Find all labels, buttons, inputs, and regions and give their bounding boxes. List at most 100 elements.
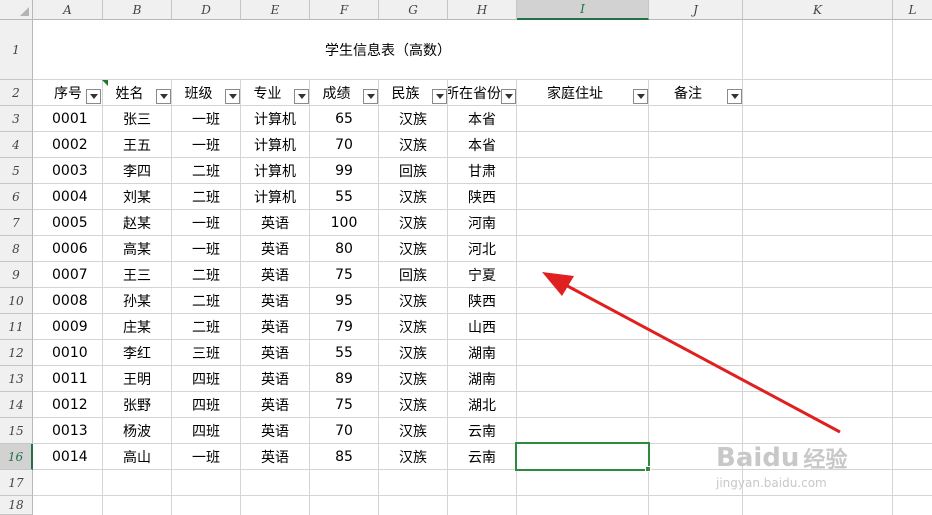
cell-index[interactable]: 0006 [33,236,102,262]
cell-index[interactable]: 0010 [33,340,102,366]
cell-major[interactable]: 计算机 [241,184,309,210]
cell-score[interactable]: 65 [310,106,378,132]
header-cell-notes[interactable]: 备注 [649,80,727,106]
cell-ethnicity[interactable]: 汉族 [379,236,447,262]
cell-province[interactable]: 湖南 [448,340,516,366]
cell-name[interactable]: 杨波 [103,418,171,444]
cell-score[interactable]: 70 [310,418,378,444]
cell-score[interactable]: 99 [310,158,378,184]
cell-index[interactable]: 0011 [33,366,102,392]
cell-class[interactable]: 一班 [172,132,240,158]
cell-index[interactable]: 0009 [33,314,102,340]
cell-index[interactable]: 0013 [33,418,102,444]
cell-name[interactable]: 王五 [103,132,171,158]
cell-province[interactable]: 云南 [448,444,516,470]
column-header-d[interactable]: D [172,0,241,20]
cell-province[interactable]: 河北 [448,236,516,262]
filter-dropdown-name[interactable] [156,89,171,104]
cell-major[interactable]: 英语 [241,236,309,262]
cell-name[interactable]: 李红 [103,340,171,366]
cell-index[interactable]: 0007 [33,262,102,288]
cell-class[interactable]: 二班 [172,158,240,184]
header-cell-major[interactable]: 专业 [241,80,294,106]
cell-score[interactable]: 95 [310,288,378,314]
row-header-5[interactable]: 5 [0,158,33,184]
header-cell-ethnicity[interactable]: 民族 [379,80,432,106]
row-header-3[interactable]: 3 [0,106,33,132]
cell-class[interactable]: 一班 [172,210,240,236]
cell-major[interactable]: 计算机 [241,106,309,132]
cell-province[interactable]: 云南 [448,418,516,444]
cell-name[interactable]: 王三 [103,262,171,288]
row-header-2[interactable]: 2 [0,80,33,106]
cell-province[interactable]: 本省 [448,106,516,132]
cell-class[interactable]: 一班 [172,236,240,262]
column-header-l[interactable]: L [893,0,932,20]
cell-ethnicity[interactable]: 汉族 [379,288,447,314]
cell-score[interactable]: 79 [310,314,378,340]
cell-ethnicity[interactable]: 汉族 [379,132,447,158]
cell-major[interactable]: 计算机 [241,132,309,158]
filter-dropdown-notes[interactable] [727,89,742,104]
cell-score[interactable]: 80 [310,236,378,262]
header-cell-address[interactable]: 家庭住址 [517,80,633,106]
cell-name[interactable]: 李四 [103,158,171,184]
cell-index[interactable]: 0004 [33,184,102,210]
cell-index[interactable]: 0014 [33,444,102,470]
cell-major[interactable]: 英语 [241,366,309,392]
row-header-11[interactable]: 11 [0,314,33,340]
cell-class[interactable]: 一班 [172,106,240,132]
sheet-title[interactable]: 学生信息表（高数） [33,20,743,79]
column-header-a[interactable]: A [33,0,103,20]
row-header-16[interactable]: 16 [0,444,33,470]
cell-ethnicity[interactable]: 汉族 [379,418,447,444]
cell-name[interactable]: 庄某 [103,314,171,340]
row-header-13[interactable]: 13 [0,366,33,392]
cell-ethnicity[interactable]: 汉族 [379,106,447,132]
header-cell-province[interactable]: 所在省份 [448,80,501,106]
select-all-corner[interactable] [0,0,33,20]
cell-major[interactable]: 英语 [241,444,309,470]
cell-class[interactable]: 二班 [172,262,240,288]
cell-name[interactable]: 张三 [103,106,171,132]
cell-score[interactable]: 85 [310,444,378,470]
cell-score[interactable]: 55 [310,340,378,366]
column-header-j[interactable]: J [649,0,743,20]
cell-major[interactable]: 英语 [241,262,309,288]
cell-score[interactable]: 100 [310,210,378,236]
cell-name[interactable]: 高某 [103,236,171,262]
column-header-b[interactable]: B [103,0,172,20]
cell-ethnicity[interactable]: 汉族 [379,184,447,210]
row-header-10[interactable]: 10 [0,288,33,314]
cell-ethnicity[interactable]: 汉族 [379,210,447,236]
cell-province[interactable]: 本省 [448,132,516,158]
cell-province[interactable]: 湖南 [448,366,516,392]
row-header-18[interactable]: 18 [0,496,33,515]
cell-major[interactable]: 英语 [241,392,309,418]
active-cell-selection[interactable] [515,442,650,471]
column-header-k[interactable]: K [743,0,893,20]
row-header-14[interactable]: 14 [0,392,33,418]
cell-ethnicity[interactable]: 汉族 [379,314,447,340]
cell-province[interactable]: 宁夏 [448,262,516,288]
row-header-15[interactable]: 15 [0,418,33,444]
column-header-i[interactable]: I [517,0,649,20]
row-header-12[interactable]: 12 [0,340,33,366]
cell-class[interactable]: 四班 [172,366,240,392]
column-header-e[interactable]: E [241,0,310,20]
filter-dropdown-province[interactable] [501,89,516,104]
cell-major[interactable]: 计算机 [241,158,309,184]
row-header-9[interactable]: 9 [0,262,33,288]
cell-ethnicity[interactable]: 汉族 [379,444,447,470]
row-header-1[interactable]: 1 [0,20,33,80]
header-cell-score[interactable]: 成绩 [310,80,363,106]
cell-major[interactable]: 英语 [241,288,309,314]
row-header-6[interactable]: 6 [0,184,33,210]
cell-index[interactable]: 0005 [33,210,102,236]
cell-score[interactable]: 55 [310,184,378,210]
row-header-4[interactable]: 4 [0,132,33,158]
cell-name[interactable]: 刘某 [103,184,171,210]
row-header-8[interactable]: 8 [0,236,33,262]
cell-index[interactable]: 0012 [33,392,102,418]
header-cell-index[interactable]: 序号 [33,80,85,106]
